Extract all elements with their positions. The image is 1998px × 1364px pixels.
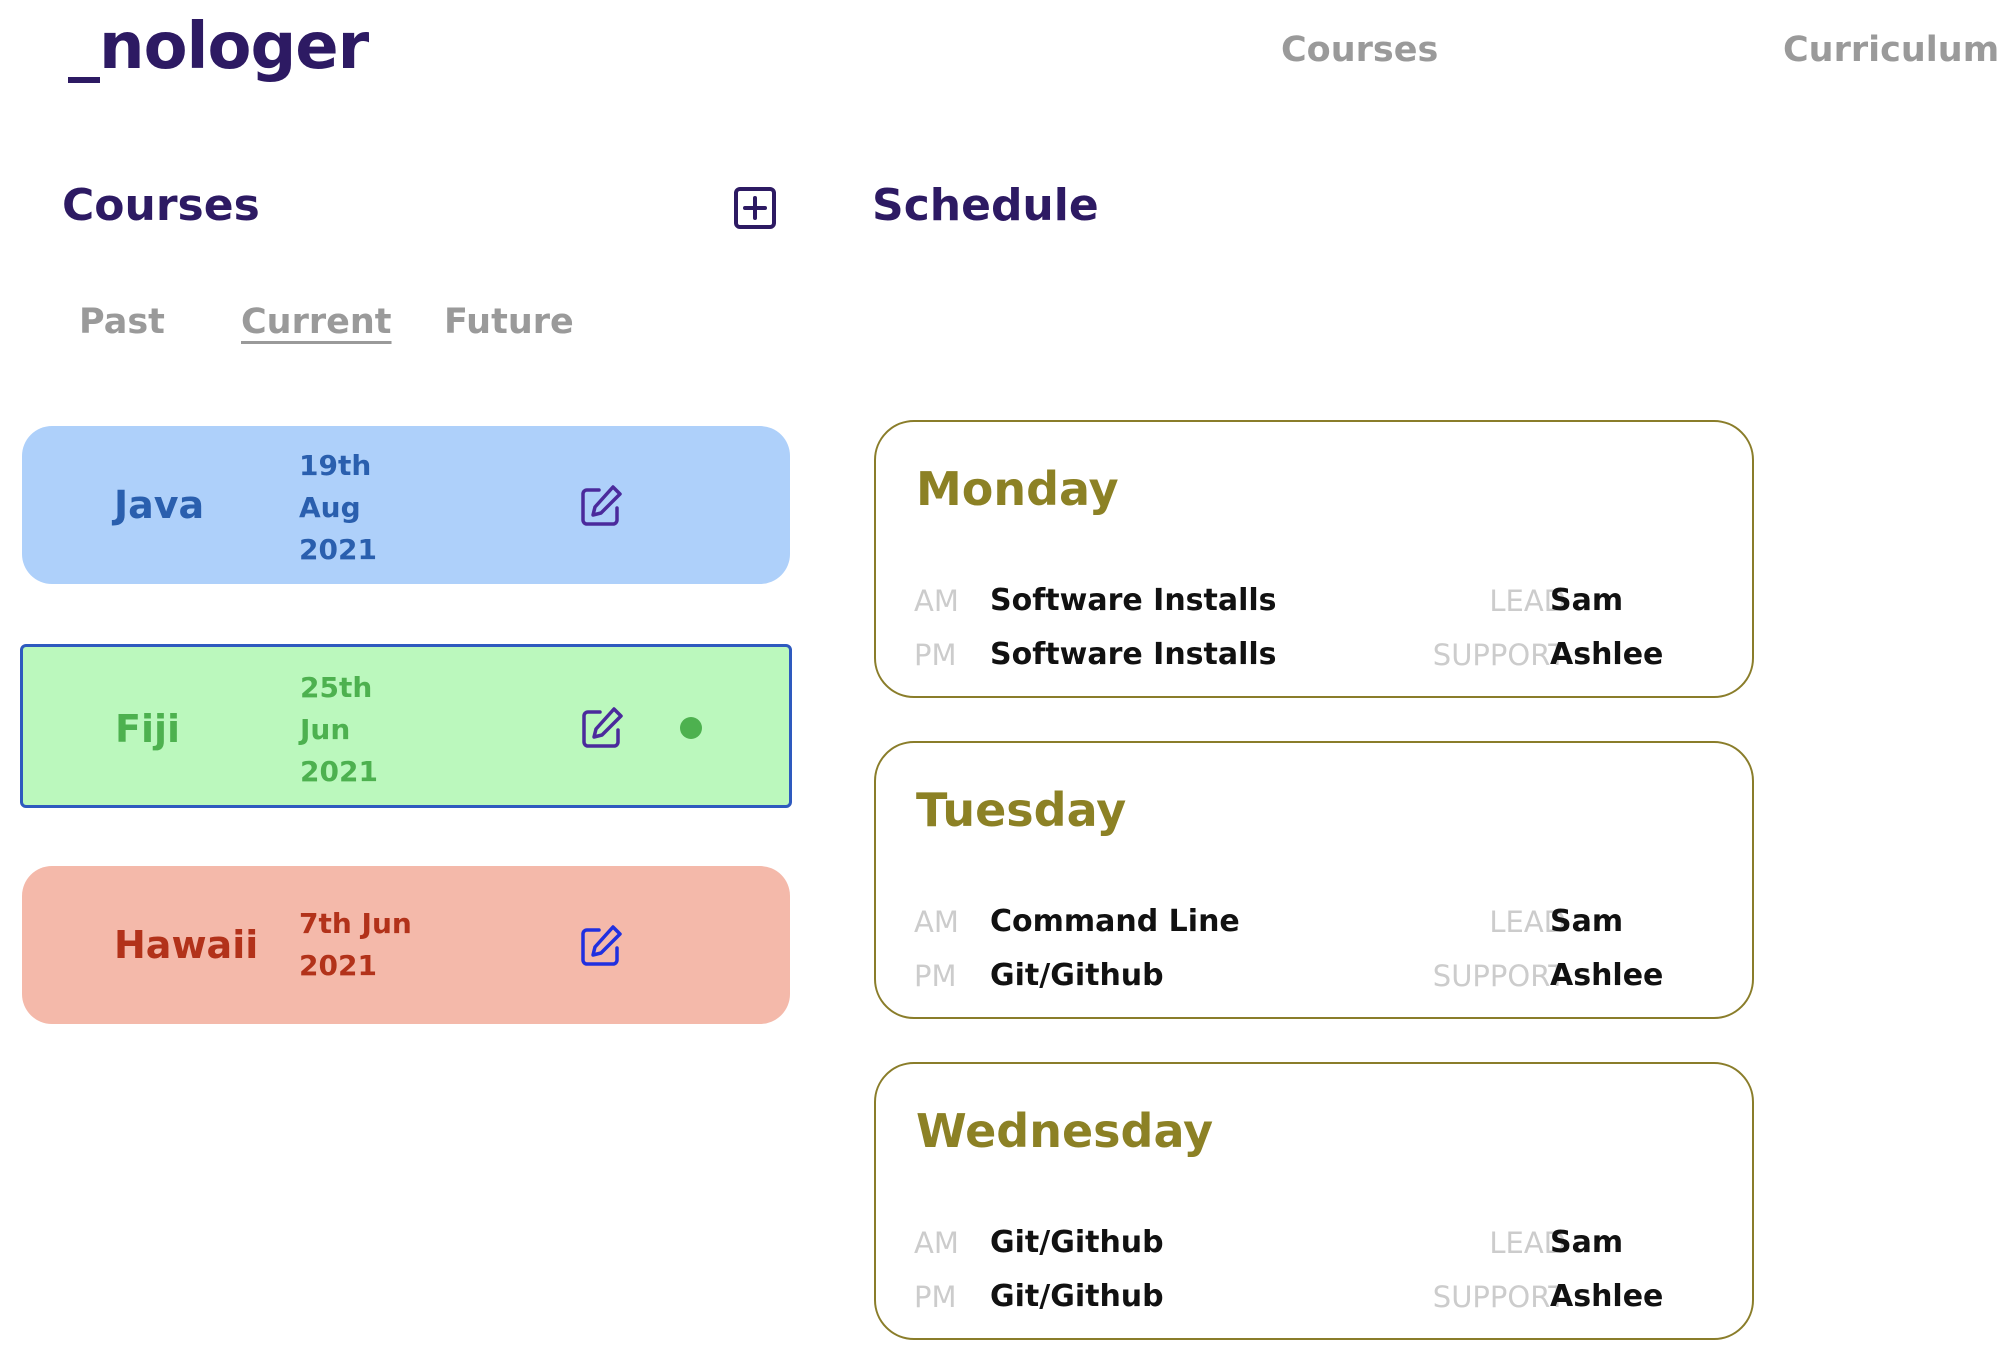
course-date: 7th Jun 2021 — [299, 903, 449, 987]
tab-future[interactable]: Future — [444, 302, 574, 342]
pm-session: Software Installs — [990, 637, 1277, 672]
course-date-year: 2021 — [299, 949, 377, 982]
support-label: SUPPORT — [1432, 1280, 1566, 1314]
am-session: Git/Github — [990, 1225, 1164, 1260]
course-name: Hawaii — [114, 923, 259, 967]
pm-session: Git/Github — [990, 1279, 1164, 1314]
course-card-java[interactable]: Java 19th Aug 2021 — [22, 426, 790, 584]
tab-current[interactable]: Current — [241, 302, 392, 342]
course-date-month: Jun — [300, 713, 351, 746]
am-label: AM — [914, 905, 959, 939]
pm-session: Git/Github — [990, 958, 1164, 993]
lead-name: Sam — [1550, 1225, 1624, 1260]
schedule-day-card-tuesday: Tuesday AM Command Line LEAD Sam PM Git/… — [874, 741, 1754, 1019]
course-date-day: 19th — [299, 449, 372, 482]
lead-label: LEAD — [1489, 905, 1566, 939]
lead-name: Sam — [1550, 583, 1624, 618]
day-title: Wednesday — [916, 1104, 1214, 1158]
course-name: Fiji — [115, 707, 181, 751]
course-date: 19th Aug 2021 — [299, 445, 449, 571]
course-date-day-month: 7th Jun — [299, 907, 412, 940]
lead-label: LEAD — [1489, 584, 1566, 618]
pm-label: PM — [914, 959, 957, 993]
course-date-month: Aug — [299, 491, 361, 524]
day-title: Monday — [916, 462, 1119, 516]
edit-course-button[interactable] — [578, 704, 626, 752]
active-status-dot-icon — [680, 717, 702, 739]
tab-past[interactable]: Past — [79, 302, 165, 342]
plus-square-icon — [734, 187, 776, 229]
course-date-year: 2021 — [300, 755, 378, 788]
support-name: Ashlee — [1550, 958, 1664, 993]
support-name: Ashlee — [1550, 1279, 1664, 1314]
pm-label: PM — [914, 1280, 957, 1314]
nav-courses-link[interactable]: Courses — [1281, 30, 1438, 70]
course-card-hawaii[interactable]: Hawaii 7th Jun 2021 — [22, 866, 790, 1024]
support-label: SUPPORT — [1432, 959, 1566, 993]
course-date: 25th Jun 2021 — [300, 667, 450, 793]
nav-curriculum-link[interactable]: Curriculum — [1783, 30, 1998, 70]
am-session: Command Line — [990, 904, 1240, 939]
pm-label: PM — [914, 638, 957, 672]
am-label: AM — [914, 1226, 959, 1260]
add-course-button[interactable] — [733, 186, 777, 230]
lead-name: Sam — [1550, 904, 1624, 939]
support-name: Ashlee — [1550, 637, 1664, 672]
lead-label: LEAD — [1489, 1226, 1566, 1260]
course-name: Java — [114, 483, 205, 527]
edit-pencil-icon — [581, 925, 622, 966]
edit-pencil-icon — [582, 707, 623, 748]
edit-pencil-icon — [581, 485, 622, 526]
course-date-year: 2021 — [299, 533, 377, 566]
course-date-day: 25th — [300, 671, 373, 704]
edit-course-button[interactable] — [577, 482, 625, 530]
edit-course-button[interactable] — [577, 922, 625, 970]
courses-title: Courses — [62, 180, 260, 231]
support-label: SUPPORT — [1432, 638, 1566, 672]
schedule-day-card-wednesday: Wednesday AM Git/Github LEAD Sam PM Git/… — [874, 1062, 1754, 1340]
day-title: Tuesday — [916, 783, 1127, 837]
schedule-title: Schedule — [872, 180, 1099, 231]
logo[interactable]: _nologer — [68, 10, 369, 84]
am-session: Software Installs — [990, 583, 1277, 618]
am-label: AM — [914, 584, 959, 618]
course-card-fiji[interactable]: Fiji 25th Jun 2021 — [20, 644, 792, 808]
schedule-day-card-monday: Monday AM Software Installs LEAD Sam PM … — [874, 420, 1754, 698]
